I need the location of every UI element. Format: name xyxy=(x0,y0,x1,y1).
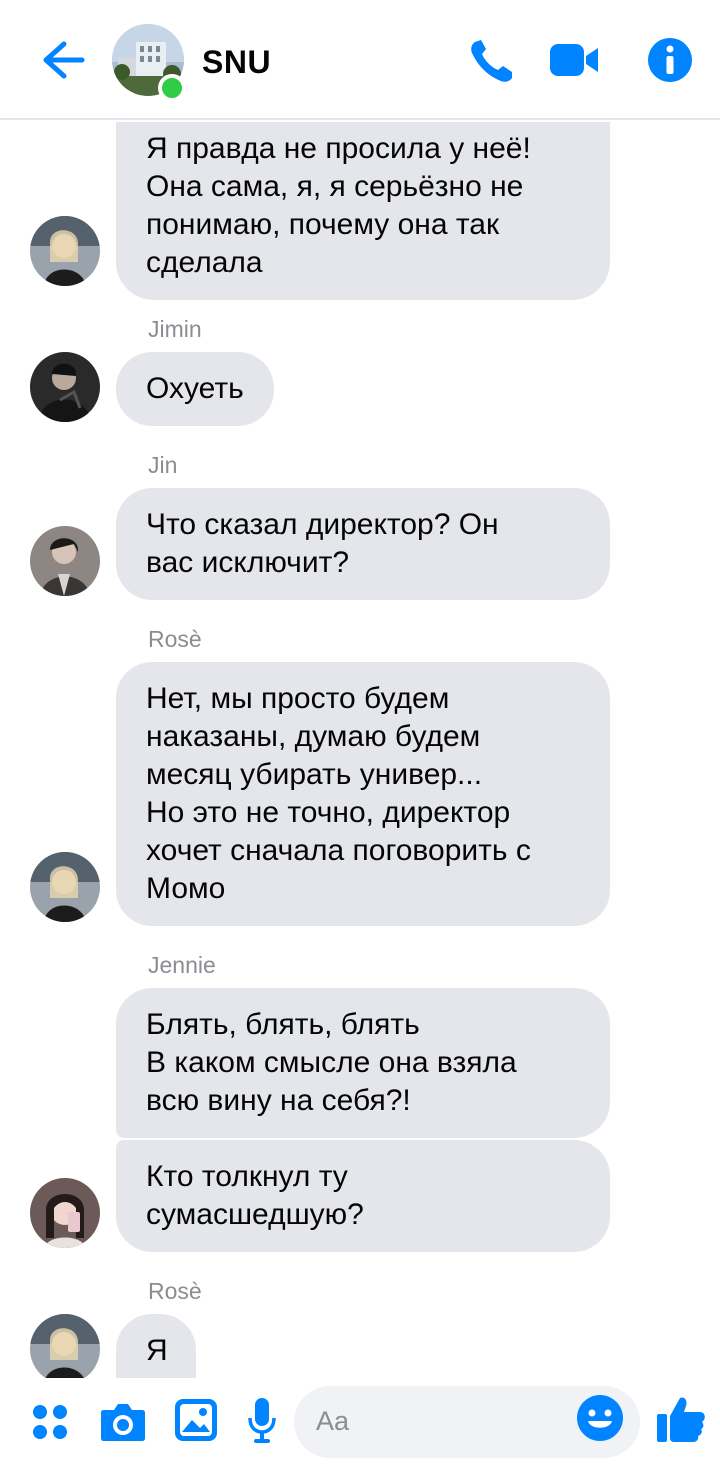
image-icon[interactable] xyxy=(174,1398,218,1442)
camera-icon[interactable] xyxy=(100,1400,146,1442)
message-bubble[interactable]: Что сказал директор? Он вас исключит? xyxy=(116,488,610,600)
message-composer: Aa xyxy=(0,1380,720,1466)
message-bubble[interactable]: Нет, мы просто будем наказаны, думаю буд… xyxy=(116,662,610,926)
message-bubble[interactable]: Блять, блять, блять В каком смысле она в… xyxy=(116,988,610,1138)
avatar[interactable] xyxy=(30,526,100,596)
thumbs-up-icon[interactable] xyxy=(656,1394,706,1444)
sender-name: Rosè xyxy=(148,626,202,652)
message-input-placeholder: Aa xyxy=(316,1406,350,1436)
emoji-icon[interactable] xyxy=(576,1394,624,1442)
sender-name: Jennie xyxy=(148,952,216,978)
avatar[interactable] xyxy=(30,1314,100,1378)
sender-name: Rosè xyxy=(148,1278,202,1304)
message-bubble[interactable]: Я xyxy=(116,1314,196,1378)
back-arrow-icon[interactable] xyxy=(38,36,88,84)
apps-icon[interactable] xyxy=(30,1402,70,1442)
message-bubble[interactable]: Я правда не просила у неё! Она сама, я, … xyxy=(116,122,610,300)
avatar-photo xyxy=(30,852,100,922)
info-icon[interactable] xyxy=(644,36,696,84)
message-bubble[interactable]: Кто толкнул ту сумасшедшую? xyxy=(116,1140,610,1252)
avatar-photo xyxy=(30,352,100,422)
avatar[interactable] xyxy=(30,216,100,286)
message-list[interactable]: Я правда не просила у неё! Она сама, я, … xyxy=(0,122,720,1378)
video-camera-icon[interactable] xyxy=(548,36,600,84)
avatar[interactable] xyxy=(30,1178,100,1248)
chat-title: SNU xyxy=(202,44,272,80)
online-status-dot xyxy=(158,74,186,102)
sender-name: Jimin xyxy=(148,316,202,342)
avatar-photo xyxy=(30,526,100,596)
avatar-photo xyxy=(30,1178,100,1248)
avatar-photo xyxy=(30,1314,100,1378)
phone-icon[interactable] xyxy=(466,36,518,84)
avatar[interactable] xyxy=(30,852,100,922)
message-bubble[interactable]: Охуеть xyxy=(116,352,274,426)
microphone-icon[interactable] xyxy=(246,1396,278,1444)
chat-header: SNU xyxy=(0,0,720,120)
avatar[interactable] xyxy=(30,352,100,422)
avatar-photo xyxy=(30,216,100,286)
sender-name: Jin xyxy=(148,452,178,478)
